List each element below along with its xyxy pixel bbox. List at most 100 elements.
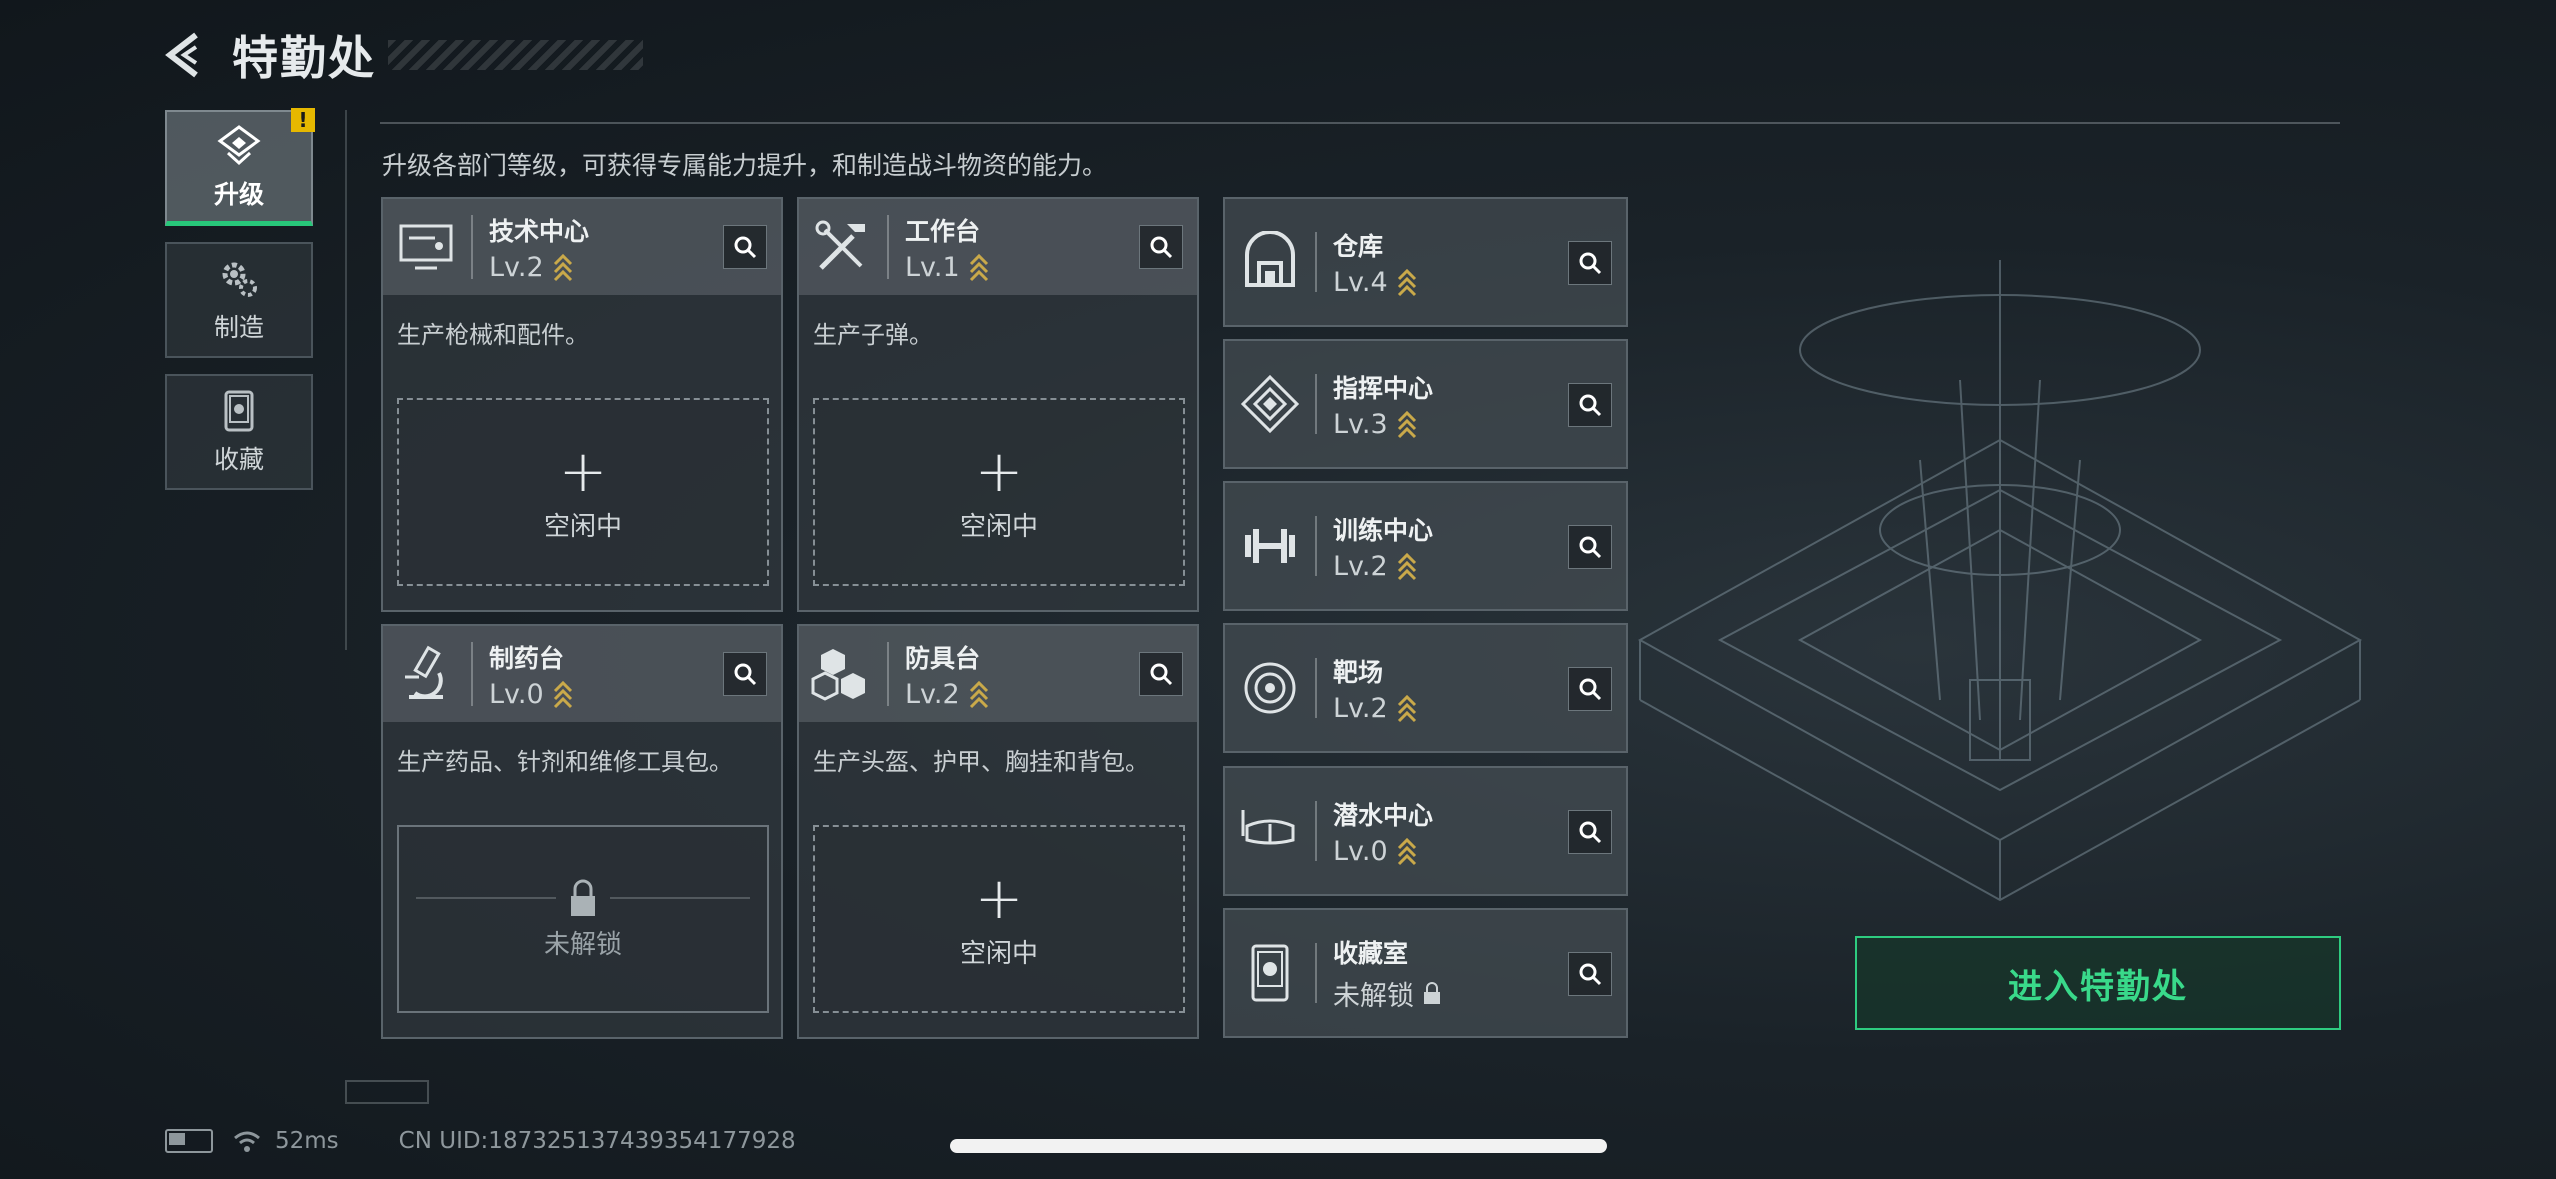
divider	[471, 642, 473, 706]
target-icon	[1244, 662, 1296, 714]
plus-icon: +	[974, 436, 1024, 505]
dept-warehouse[interactable]: 仓库 Lv.4	[1223, 197, 1628, 327]
search-button[interactable]	[1568, 810, 1612, 854]
search-button[interactable]	[1139, 225, 1183, 269]
dept-diving-center[interactable]: 潜水中心 Lv.0	[1223, 766, 1628, 896]
divider	[1315, 374, 1317, 434]
slot-status: 空闲中	[959, 938, 1038, 969]
nav-item-upgrade[interactable]: ! 升级	[165, 108, 315, 226]
card-level: Lv.1	[905, 251, 960, 283]
card-level: Lv.2	[905, 678, 960, 710]
command-icon	[1240, 374, 1300, 434]
search-icon	[1579, 536, 1602, 559]
card-description: 生产药品、针剂和维修工具包。	[397, 748, 733, 776]
dept-command-center[interactable]: 指挥中心 Lv.3	[1223, 339, 1628, 469]
divider	[1315, 232, 1317, 292]
divider	[887, 642, 889, 706]
plus-icon: +	[974, 863, 1024, 932]
dept-name: 收藏室	[1333, 938, 1409, 968]
lock-icon	[1424, 982, 1440, 1004]
slot-status: 空闲中	[959, 511, 1038, 542]
divider	[471, 215, 473, 279]
slot-status: 空闲中	[543, 511, 622, 542]
home-indicator[interactable]	[950, 1139, 1607, 1153]
card-header: 技术中心 Lv.2	[383, 199, 781, 295]
dept-name: 训练中心	[1333, 515, 1434, 545]
card-name: 制药台	[489, 643, 565, 673]
user-uid: CN UID:187325137439354177928	[398, 1128, 796, 1154]
nav-label-craft: 制造	[213, 313, 264, 342]
search-button[interactable]	[723, 225, 767, 269]
divider	[1315, 801, 1317, 861]
enter-special-ops-button[interactable]: 进入特勤处	[1855, 936, 2341, 1030]
search-button[interactable]	[1568, 525, 1612, 569]
divider	[887, 215, 889, 279]
nav-label-upgrade: 升级	[213, 179, 264, 209]
search-button[interactable]	[1568, 952, 1612, 996]
armor-icon	[811, 649, 865, 701]
card-workbench[interactable]: 工作台 Lv.1 生产子弹。 + 空闲中	[797, 197, 1199, 612]
search-button[interactable]	[1568, 667, 1612, 711]
search-icon	[1579, 963, 1602, 986]
ping-value: 52ms	[275, 1128, 339, 1154]
production-slot[interactable]: + 空闲中	[397, 398, 769, 586]
dept-lock-status: 未解锁	[1333, 980, 1414, 1012]
base-building-illustration	[1637, 260, 2363, 902]
dept-level: Lv.3	[1333, 408, 1388, 440]
nav-divider	[345, 110, 347, 650]
page-title: 特勤处	[232, 31, 376, 85]
nav-item-craft[interactable]: 制造	[165, 242, 313, 358]
search-icon	[1150, 663, 1173, 686]
upgrade-chevron-icon	[969, 680, 988, 709]
divider	[1315, 516, 1317, 576]
divider	[1315, 943, 1317, 1003]
gear-icon	[222, 262, 257, 297]
dept-name: 潜水中心	[1333, 800, 1434, 830]
card-tech-center[interactable]: 技术中心 Lv.2 生产枪械和配件。 + 空闲中	[381, 197, 783, 612]
dept-collection-room[interactable]: 收藏室 未解锁	[1223, 908, 1628, 1038]
upgrade-chevron-icon	[969, 253, 988, 282]
production-slot-locked: 未解锁	[397, 825, 769, 1013]
card-level: Lv.0	[489, 678, 544, 710]
lock-icon	[571, 879, 595, 916]
upgrade-chevron-icon	[553, 253, 572, 282]
search-button[interactable]	[723, 652, 767, 696]
collection-icon	[224, 390, 254, 432]
tools-icon	[815, 220, 865, 270]
upgrade-chevron-icon	[1397, 268, 1416, 297]
card-level: Lv.2	[489, 251, 544, 283]
upgrade-chevron-icon	[553, 680, 572, 709]
diving-mask-icon	[1241, 810, 1295, 845]
decorative-frame	[345, 1080, 429, 1104]
production-slot[interactable]: + 空闲中	[813, 825, 1185, 1013]
header: 特勤处	[160, 20, 643, 90]
battery-icon	[165, 1129, 213, 1153]
production-slot[interactable]: + 空闲中	[813, 398, 1185, 586]
monitor-icon	[399, 224, 453, 270]
warehouse-icon	[1245, 231, 1295, 287]
card-description: 生产头盔、护甲、胸挂和背包。	[813, 748, 1149, 776]
upgrade-chevron-icon	[1397, 410, 1416, 439]
dept-level: Lv.4	[1333, 266, 1388, 298]
nav-item-collection[interactable]: 收藏	[165, 374, 313, 490]
card-description: 生产枪械和配件。	[397, 321, 589, 349]
dept-training-center[interactable]: 训练中心 Lv.2	[1223, 481, 1628, 611]
slot-status: 未解锁	[543, 929, 622, 960]
card-name: 防具台	[905, 643, 981, 673]
microscope-icon	[405, 645, 443, 699]
search-icon	[734, 663, 757, 686]
dept-level: Lv.0	[1333, 835, 1388, 867]
warning-badge: !	[291, 108, 315, 132]
card-pharmacy[interactable]: 制药台 Lv.0 生产药品、针剂和维修工具包。 未解锁	[381, 624, 783, 1039]
dept-shooting-range[interactable]: 靶场 Lv.2	[1223, 623, 1628, 753]
back-arrow-icon[interactable]	[160, 29, 212, 81]
search-button[interactable]	[1139, 652, 1183, 696]
search-button[interactable]	[1568, 241, 1612, 285]
lock-line	[610, 896, 750, 899]
dumbbell-icon	[1245, 529, 1295, 563]
card-armor-bench[interactable]: 防具台 Lv.2 生产头盔、护甲、胸挂和背包。 + 空闲中	[797, 624, 1199, 1039]
lock-line	[416, 896, 556, 899]
card-header: 防具台 Lv.2	[799, 626, 1197, 722]
upgrade-chevron-icon	[1397, 837, 1416, 866]
search-button[interactable]	[1568, 383, 1612, 427]
